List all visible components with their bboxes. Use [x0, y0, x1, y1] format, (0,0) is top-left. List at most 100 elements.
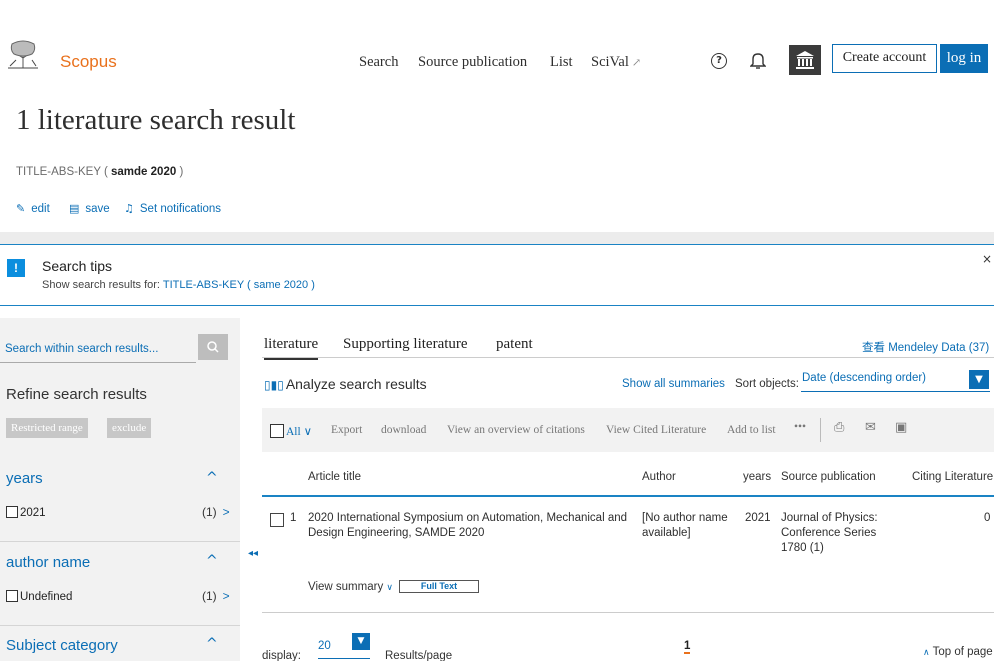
suggestion-label: Show search results for:	[42, 279, 160, 291]
divider-band	[0, 232, 994, 244]
citation-overview-button[interactable]: View an overview of citations	[447, 424, 585, 436]
top-of-page-label: Top of page	[932, 646, 993, 658]
chevron-up-icon[interactable]: ^	[206, 636, 218, 652]
close-icon[interactable]: ×	[982, 252, 992, 266]
tab-supporting-literature[interactable]: Supporting literature	[343, 336, 468, 353]
search-query: TITLE-ABS-KEY ( samde 2020 )	[16, 166, 183, 178]
search-within-button[interactable]	[198, 334, 228, 360]
nav-scival-label: SciVal	[591, 54, 629, 70]
facet-option-count[interactable]: (1) >	[202, 505, 230, 519]
display-label: display:	[262, 650, 301, 661]
column-header-author[interactable]: Author	[642, 471, 676, 483]
view-summary-toggle[interactable]: View summary ∨	[308, 581, 393, 593]
nav-scival[interactable]: SciVal ↗	[591, 54, 641, 71]
table-header-divider	[262, 495, 994, 497]
query-prefix: TITLE-ABS-KEY (	[16, 166, 108, 178]
refine-sidebar	[0, 318, 240, 661]
create-account-button[interactable]: Create account	[832, 44, 937, 73]
results-per-page-label: Results/page	[385, 650, 453, 661]
save-label: save	[85, 203, 110, 215]
add-to-list-button[interactable]: Add to list	[727, 424, 776, 436]
bell-icon[interactable]	[750, 52, 766, 70]
facet-option-2021[interactable]: 2021	[6, 506, 46, 519]
bar-chart-icon: ▯▮▯	[264, 378, 284, 392]
nav-list[interactable]: List	[550, 54, 573, 71]
analyze-label: Analyze search results	[285, 376, 427, 392]
sort-label: Sort objects:	[735, 378, 799, 390]
institution-button[interactable]	[789, 45, 821, 75]
chevron-up-icon[interactable]: ^	[206, 553, 218, 569]
show-all-summaries-link[interactable]: Show all summaries	[622, 378, 725, 390]
help-icon[interactable]: ?	[711, 53, 727, 69]
export-button[interactable]: Export	[331, 424, 362, 436]
article-citing-count[interactable]: 0	[984, 511, 990, 526]
checkbox[interactable]	[6, 506, 18, 518]
tab-patent[interactable]: patent	[496, 336, 533, 353]
article-year: 2021	[745, 512, 771, 524]
edit-query-link[interactable]: ✎ edit	[16, 202, 50, 215]
email-icon[interactable]: ✉	[865, 420, 876, 435]
nav-search[interactable]: Search	[359, 54, 398, 71]
analyze-results-link[interactable]: ▯▮▯ Analyze search results	[264, 376, 427, 392]
suggested-query-link[interactable]: TITLE-ABS-KEY ( same 2020 )	[163, 279, 315, 291]
download-button[interactable]: download	[381, 424, 426, 436]
count-value: (1)	[202, 505, 217, 519]
facet-divider	[0, 625, 240, 626]
limit-to-button[interactable]: Restricted range	[6, 418, 88, 438]
edit-label: edit	[31, 203, 50, 215]
institution-icon	[796, 51, 814, 69]
count-value: (1)	[202, 589, 217, 603]
bibliography-icon[interactable]: ▣	[895, 420, 907, 435]
search-tips-suggestion: Show search results for: TITLE-ABS-KEY (…	[42, 279, 315, 291]
mendeley-data-link[interactable]: 查看 Mendeley Data (37)	[862, 339, 989, 355]
view-cited-button[interactable]: View Cited Literature	[606, 424, 706, 436]
current-page[interactable]: 1	[684, 640, 691, 654]
column-header-citing[interactable]: Citing Literature	[912, 471, 993, 483]
article-author: [No author name available]	[642, 512, 728, 539]
chevron-down-icon: ∨	[386, 583, 393, 593]
column-header-title[interactable]: Article title	[308, 471, 361, 483]
print-icon[interactable]: ⎙	[834, 420, 844, 435]
query-terms: samde 2020	[111, 166, 177, 178]
checkbox[interactable]	[6, 590, 18, 602]
nav-source-publication[interactable]: Source publication	[418, 54, 527, 71]
tabs-divider	[262, 357, 994, 358]
article-source-link[interactable]: Journal of Physics: Conference Series 17…	[781, 511, 891, 556]
chevron-up-icon[interactable]: ^	[206, 470, 218, 486]
row-number: 1	[290, 512, 297, 524]
sort-select[interactable]: Date (descending order)	[801, 370, 990, 392]
row-divider	[262, 612, 994, 613]
page-title: 1 literature search result	[16, 104, 296, 136]
floppy-icon: ▤	[69, 202, 80, 215]
top-of-page-link[interactable]: ∧ Top of page	[923, 646, 993, 658]
facet-divider	[0, 541, 240, 542]
brand-name[interactable]: Scopus	[60, 52, 117, 72]
chevron-down-icon[interactable]: ▼	[969, 370, 989, 389]
more-options-icon[interactable]: •••	[794, 421, 806, 433]
checkbox[interactable]	[270, 424, 284, 438]
set-notifications-link[interactable]: ♫ Set notifications	[124, 202, 221, 215]
login-button[interactable]: log in	[940, 44, 988, 73]
save-query-link[interactable]: ▤ save	[69, 202, 110, 215]
facet-option-undefined[interactable]: Undefined	[6, 590, 72, 603]
search-icon	[207, 341, 219, 353]
search-within-input[interactable]: Search within search results...	[0, 334, 196, 363]
toolbar-divider	[820, 418, 821, 442]
row-checkbox[interactable]	[270, 513, 284, 527]
exclude-button[interactable]: exclude	[107, 418, 152, 438]
full-text-button[interactable]: Full Text	[399, 580, 479, 593]
facet-author-title[interactable]: author name	[6, 554, 90, 571]
facet-years-title[interactable]: years	[6, 470, 43, 487]
info-icon: !	[7, 259, 25, 277]
facet-option-count[interactable]: (1) >	[202, 589, 230, 603]
collapse-sidebar-icon[interactable]: ◂◂	[248, 548, 258, 559]
column-header-source[interactable]: Source publication	[781, 471, 876, 483]
article-title-link[interactable]: 2020 International Symposium on Automati…	[308, 511, 628, 541]
column-header-years[interactable]: years	[743, 471, 771, 483]
pencil-icon: ✎	[16, 202, 26, 215]
chevron-down-icon[interactable]: ▼	[352, 633, 370, 650]
bell-icon: ♫	[124, 202, 134, 215]
query-suffix: )	[179, 166, 184, 178]
select-all-checkbox[interactable]: All ∨	[270, 424, 312, 438]
facet-subject-title[interactable]: Subject category	[6, 637, 118, 654]
